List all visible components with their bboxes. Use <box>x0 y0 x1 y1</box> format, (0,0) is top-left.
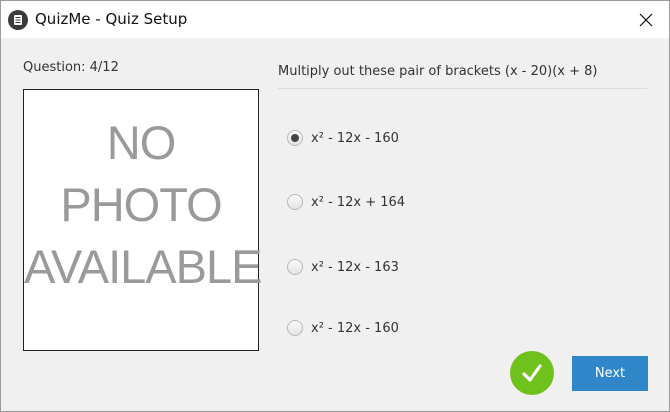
question-image: NO PHOTO AVAILABLE <box>23 89 262 351</box>
option-1-radio[interactable] <box>287 130 303 146</box>
quiz-setup-window: QuizMe - Quiz Setup Question: 4/12 NO PH… <box>0 0 670 412</box>
window-title: QuizMe - Quiz Setup <box>35 10 188 28</box>
option-4-radio[interactable] <box>287 320 303 336</box>
check-answer-button[interactable] <box>510 351 554 395</box>
option-4-label: x² - 12x - 160 <box>311 320 399 336</box>
question-divider <box>278 88 647 89</box>
option-2-radio[interactable] <box>287 194 303 210</box>
option-1-label: x² - 12x - 160 <box>311 130 399 146</box>
option-3-radio[interactable] <box>287 259 303 275</box>
no-photo-placeholder: NO PHOTO AVAILABLE <box>24 112 262 298</box>
option-3-label: x² - 12x - 163 <box>311 259 399 275</box>
title-bar: QuizMe - Quiz Setup <box>1 1 669 38</box>
answer-option-1[interactable]: x² - 12x - 160 <box>287 128 399 148</box>
answer-option-3[interactable]: x² - 12x - 163 <box>287 257 399 277</box>
answer-option-2[interactable]: x² - 12x + 164 <box>287 192 405 212</box>
placeholder-line: NO <box>106 116 177 169</box>
placeholder-line: AVAILABLE <box>24 240 262 293</box>
close-icon <box>639 13 653 26</box>
placeholder-line: PHOTO <box>60 178 222 231</box>
checkmark-icon <box>522 364 542 382</box>
question-counter: Question: 4/12 <box>23 60 119 75</box>
next-button[interactable]: Next <box>572 356 648 391</box>
answer-option-4[interactable]: x² - 12x - 160 <box>287 318 399 338</box>
question-text: Multiply out these pair of brackets (x -… <box>278 64 598 79</box>
option-2-label: x² - 12x + 164 <box>311 194 406 210</box>
close-button[interactable] <box>623 1 669 38</box>
quizme-app-icon <box>8 10 28 30</box>
